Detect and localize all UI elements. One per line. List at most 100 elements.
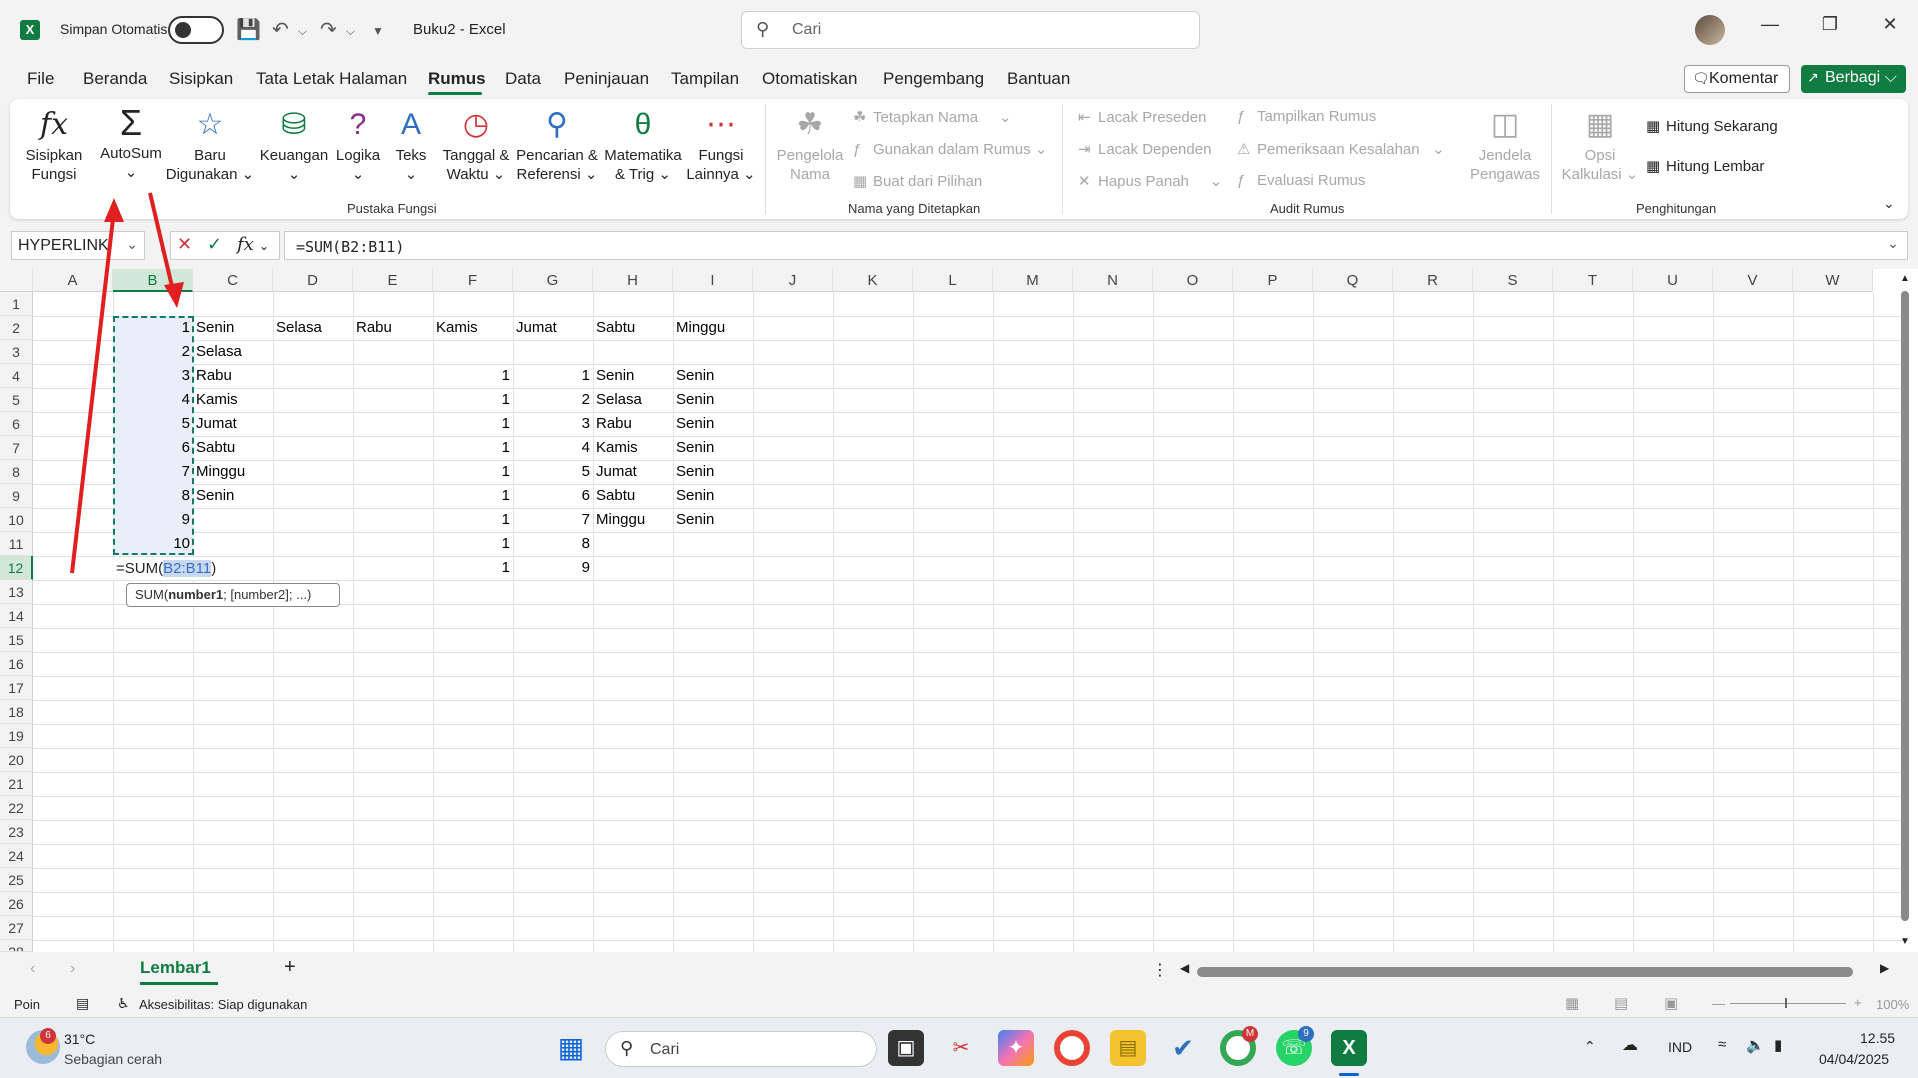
cell-h2[interactable]: Sabtu bbox=[596, 318, 670, 338]
wifi-icon[interactable]: ≈ bbox=[1718, 1036, 1726, 1053]
cloud-icon[interactable]: ☁ bbox=[1622, 1035, 1638, 1055]
zoom-in-icon[interactable]: + bbox=[1854, 995, 1862, 1010]
close-icon[interactable]: ✕ bbox=[1875, 14, 1905, 35]
taskbar-search[interactable]: ⚲ Cari bbox=[605, 1031, 877, 1067]
evaluate-formula-button[interactable]: ƒ Evaluasi Rumus bbox=[1237, 172, 1365, 189]
undo-icon[interactable]: ↶ bbox=[272, 17, 289, 42]
scroll-down-icon[interactable]: ▼ bbox=[1900, 936, 1910, 947]
cell-g4[interactable]: 1 bbox=[516, 366, 590, 386]
calculate-sheet-button[interactable]: ▦ Hitung Lembar bbox=[1646, 157, 1764, 175]
cell-c8[interactable]: Minggu bbox=[196, 462, 270, 482]
lookup-button[interactable]: ⚲ Pencarian & Referensi ⌄ bbox=[514, 108, 600, 184]
comments-button[interactable]: 🗨 Komentar bbox=[1684, 65, 1790, 93]
more-options-icon[interactable]: ⋮ bbox=[154, 235, 170, 255]
row-header-1[interactable]: 1 bbox=[0, 292, 33, 316]
row-header-18[interactable]: 18 bbox=[0, 700, 33, 724]
column-header-p[interactable]: P bbox=[1233, 269, 1313, 292]
column-header-q[interactable]: Q bbox=[1313, 269, 1393, 292]
maximize-icon[interactable]: ❐ bbox=[1815, 14, 1845, 35]
cell-h4[interactable]: Senin bbox=[596, 366, 670, 386]
minimize-icon[interactable]: — bbox=[1755, 14, 1785, 35]
scroll-left-icon[interactable]: ◀ bbox=[1180, 961, 1189, 975]
cell-f10[interactable]: 1 bbox=[436, 510, 510, 530]
trace-precedents-button[interactable]: ⇤ Lacak Preseden bbox=[1078, 108, 1206, 126]
cell-g9[interactable]: 6 bbox=[516, 486, 590, 506]
tab-page-layout[interactable]: Tata Letak Halaman bbox=[256, 69, 407, 89]
show-formulas-button[interactable]: ƒ Tampilkan Rumus bbox=[1237, 108, 1376, 125]
cell-b9[interactable]: 8 bbox=[116, 486, 190, 506]
cell-b10[interactable]: 9 bbox=[116, 510, 190, 530]
autosum-button[interactable]: Σ AutoSum ⌄ bbox=[96, 105, 166, 182]
watch-window-button[interactable]: ◫ Jendela Pengawas bbox=[1466, 108, 1544, 184]
row-header-27[interactable]: 27 bbox=[0, 916, 33, 940]
row-header-23[interactable]: 23 bbox=[0, 820, 33, 844]
cell-c5[interactable]: Kamis bbox=[196, 390, 270, 410]
redo-icon[interactable]: ↷ bbox=[320, 17, 337, 42]
cell-c3[interactable]: Selasa bbox=[196, 342, 270, 362]
cell-i4[interactable]: Senin bbox=[676, 366, 750, 386]
row-header-17[interactable]: 17 bbox=[0, 676, 33, 700]
chevron-down-icon[interactable]: ⌄ bbox=[126, 236, 138, 253]
save-icon[interactable]: 💾 bbox=[236, 17, 261, 42]
row-header-16[interactable]: 16 bbox=[0, 652, 33, 676]
row-header-9[interactable]: 9 bbox=[0, 484, 33, 508]
cell-i7[interactable]: Senin bbox=[676, 438, 750, 458]
column-header-a[interactable]: A bbox=[33, 269, 113, 292]
cell-h9[interactable]: Sabtu bbox=[596, 486, 670, 506]
column-header-u[interactable]: U bbox=[1633, 269, 1713, 292]
column-header-c[interactable]: C bbox=[193, 269, 273, 292]
datetime-button[interactable]: ◷ Tanggal & Waktu ⌄ bbox=[436, 108, 516, 184]
battery-icon[interactable]: ▮ bbox=[1774, 1036, 1782, 1054]
row-header-2[interactable]: 2 bbox=[0, 316, 33, 340]
sheet-tab-lembar1[interactable]: Lembar1 bbox=[140, 958, 211, 978]
cell-c4[interactable]: Rabu bbox=[196, 366, 270, 386]
column-header-m[interactable]: M bbox=[993, 269, 1073, 292]
copilot-icon[interactable]: ✦ bbox=[998, 1030, 1034, 1066]
prev-sheet-icon[interactable]: ‹ bbox=[30, 960, 35, 978]
normal-view-icon[interactable]: ▦ bbox=[1565, 994, 1579, 1012]
column-header-t[interactable]: T bbox=[1553, 269, 1633, 292]
cell-b11[interactable]: 10 bbox=[116, 534, 190, 554]
error-checking-button[interactable]: ⚠ Pemeriksaan Kesalahan ⌄ bbox=[1237, 140, 1445, 158]
snipping-tool-icon[interactable]: ✂ bbox=[943, 1030, 979, 1066]
row-header-12[interactable]: 12 bbox=[0, 556, 33, 580]
row-header-19[interactable]: 19 bbox=[0, 724, 33, 748]
page-break-view-icon[interactable]: ▣ bbox=[1664, 994, 1678, 1012]
tab-home[interactable]: Beranda bbox=[83, 69, 147, 89]
cell-h6[interactable]: Rabu bbox=[596, 414, 670, 434]
undo-dropdown-icon[interactable]: ⌵ bbox=[298, 24, 307, 39]
column-header-s[interactable]: S bbox=[1473, 269, 1553, 292]
row-header-11[interactable]: 11 bbox=[0, 532, 33, 556]
text-functions-button[interactable]: A Teks ⌄ bbox=[388, 108, 434, 184]
financial-button[interactable]: ⛁ Keuangan ⌄ bbox=[258, 108, 330, 184]
column-header-h[interactable]: H bbox=[593, 269, 673, 292]
column-header-v[interactable]: V bbox=[1713, 269, 1793, 292]
task-view-icon[interactable]: ▣ bbox=[888, 1030, 924, 1066]
cell-f11[interactable]: 1 bbox=[436, 534, 510, 554]
share-button[interactable]: ↗ Berbagi ⌵ bbox=[1801, 65, 1906, 93]
cell-g11[interactable]: 8 bbox=[516, 534, 590, 554]
row-header-28[interactable]: 28 bbox=[0, 940, 33, 952]
page-layout-view-icon[interactable]: ▤ bbox=[1614, 994, 1628, 1012]
column-header-o[interactable]: O bbox=[1153, 269, 1233, 292]
search-box[interactable]: ⚲ Cari bbox=[741, 11, 1200, 49]
cancel-icon[interactable]: ✕ bbox=[177, 234, 192, 255]
logical-button[interactable]: ? Logika ⌄ bbox=[332, 108, 384, 184]
row-header-8[interactable]: 8 bbox=[0, 460, 33, 484]
row-header-22[interactable]: 22 bbox=[0, 796, 33, 820]
row-header-20[interactable]: 20 bbox=[0, 748, 33, 772]
formula-input[interactable]: =SUM(B2:B11) ⌄ bbox=[284, 231, 1908, 260]
autosave-toggle[interactable] bbox=[168, 16, 224, 44]
column-header-r[interactable]: R bbox=[1393, 269, 1473, 292]
cell-i5[interactable]: Senin bbox=[676, 390, 750, 410]
cell-f2[interactable]: Kamis bbox=[436, 318, 510, 338]
clock-time[interactable]: 12.55 bbox=[1860, 1030, 1895, 1046]
insert-fx-icon[interactable]: fx bbox=[237, 234, 254, 255]
cell-i10[interactable]: Senin bbox=[676, 510, 750, 530]
cell-e2[interactable]: Rabu bbox=[356, 318, 430, 338]
cell-f12[interactable]: 1 bbox=[436, 558, 510, 578]
insert-function-button[interactable]: fx Sisipkan Fungsi bbox=[24, 108, 84, 184]
cell-c2[interactable]: Senin bbox=[196, 318, 270, 338]
tab-view[interactable]: Tampilan bbox=[671, 69, 739, 89]
cell-d2[interactable]: Selasa bbox=[276, 318, 350, 338]
